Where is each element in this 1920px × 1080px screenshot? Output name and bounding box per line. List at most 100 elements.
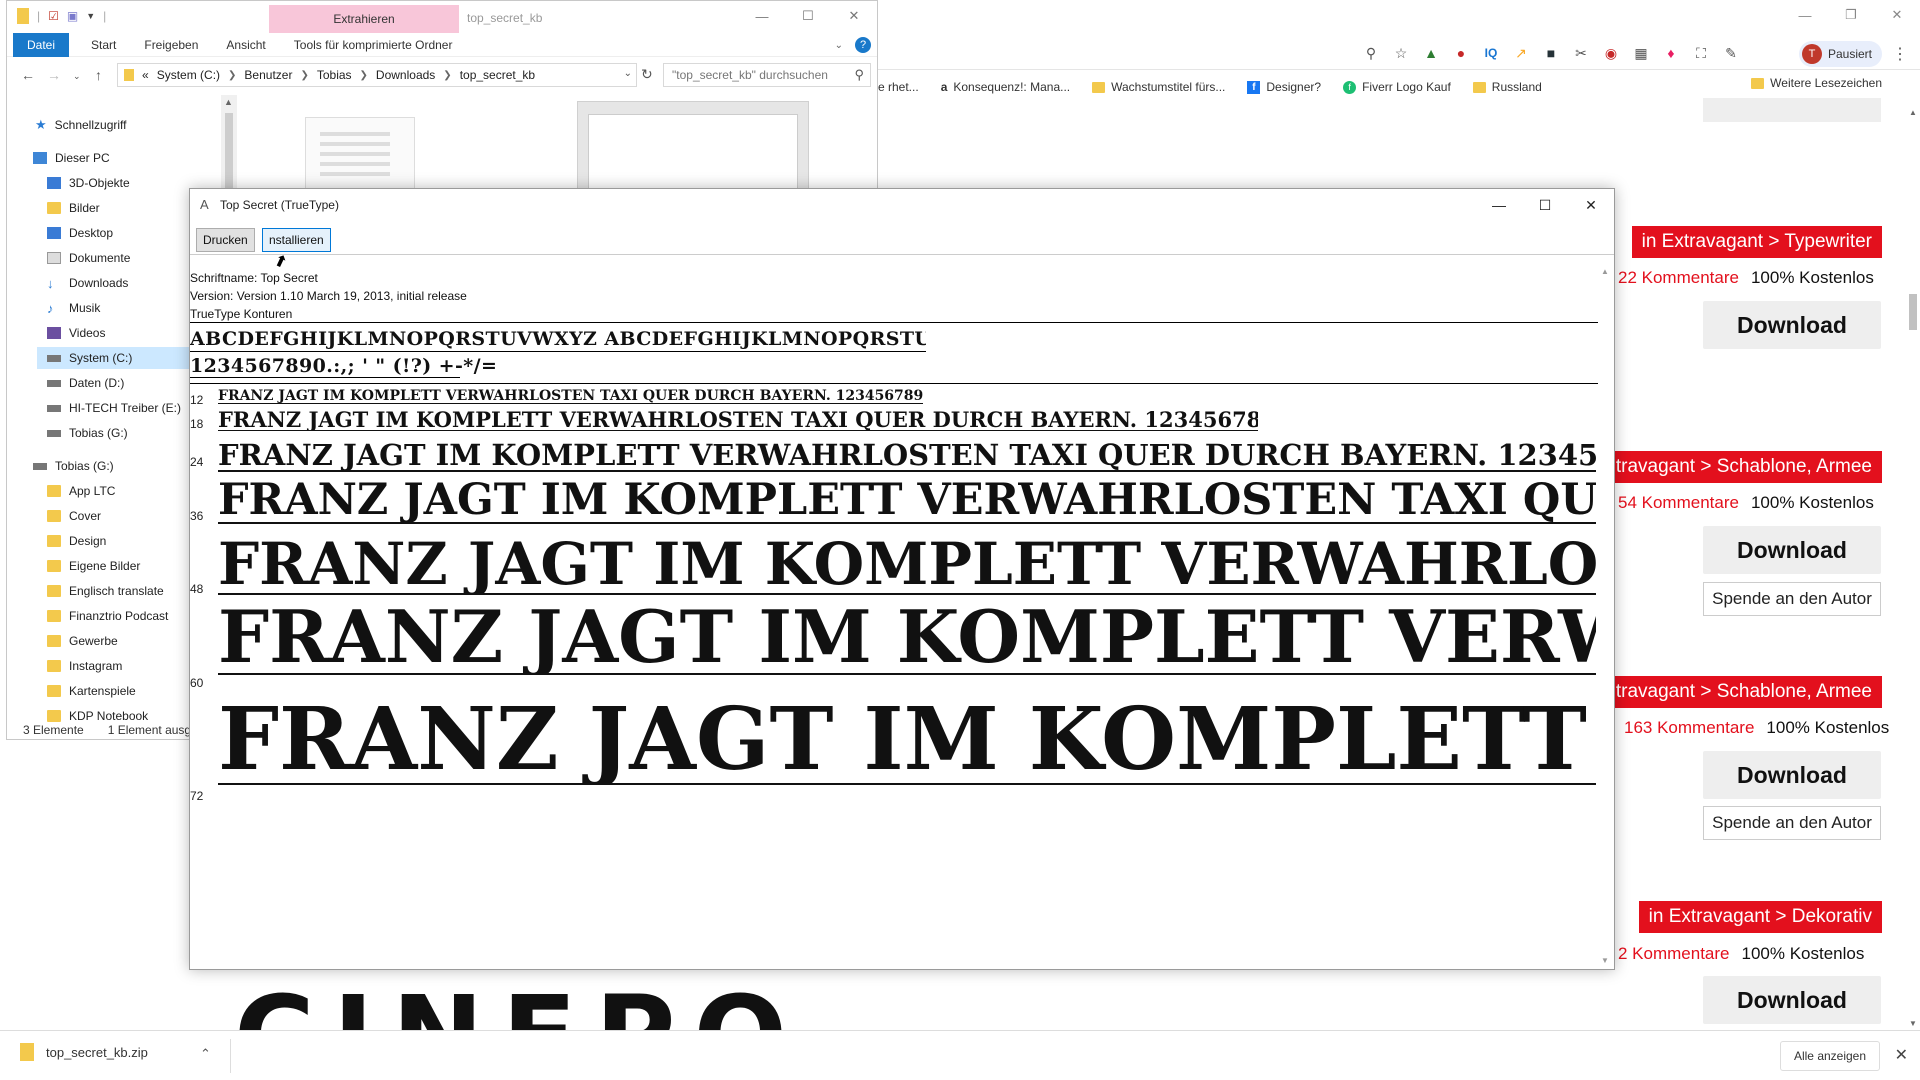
refresh-icon[interactable]: ↻ xyxy=(641,66,653,83)
crop-extension-icon[interactable]: ⛶ xyxy=(1690,42,1712,64)
pinterest-icon[interactable]: ● xyxy=(1450,42,1472,64)
bookmark-item[interactable]: f Designer? xyxy=(1247,80,1321,94)
forward-arrow-icon[interactable]: → xyxy=(47,67,61,83)
chevron-up-icon[interactable]: ⌃ xyxy=(200,1046,211,1062)
recent-locations-icon[interactable]: ⌄ xyxy=(73,71,81,82)
breadcrumb-item[interactable]: Tobias xyxy=(317,68,352,82)
scroll-down-icon[interactable]: ▼ xyxy=(1909,1019,1917,1028)
cart-extension-icon[interactable]: ♦ xyxy=(1660,42,1682,64)
scroll-down-icon[interactable]: ▼ xyxy=(1601,956,1609,965)
scrollbar-thumb[interactable] xyxy=(1909,294,1917,330)
chevron-down-icon[interactable]: ⌄ xyxy=(624,68,632,79)
nav-item-downloads[interactable]: ↓ Downloads xyxy=(47,272,128,294)
tab-compressed-tools[interactable]: Tools für komprimierte Ordner xyxy=(280,33,467,57)
nav-item-desktop[interactable]: Desktop xyxy=(47,222,113,244)
breadcrumb-item[interactable]: Downloads xyxy=(376,68,435,82)
donate-button[interactable]: Spende an den Autor xyxy=(1703,806,1881,840)
download-button[interactable]: Download xyxy=(1703,976,1881,1024)
trend-icon[interactable]: ↗ xyxy=(1510,42,1532,64)
bookmark-item[interactable]: Russland xyxy=(1472,80,1542,94)
search-input[interactable]: "top_secret_kb" durchsuchen ⚲ xyxy=(663,63,871,87)
breadcrumb-item[interactable]: top_secret_kb xyxy=(460,68,535,82)
comments-link[interactable]: 54 Kommentare xyxy=(1618,493,1739,512)
tab-freigeben[interactable]: Freigeben xyxy=(130,33,212,57)
new-folder-icon[interactable]: ▣ xyxy=(67,9,78,23)
download-button[interactable]: Download xyxy=(1703,526,1881,574)
iq-extension-icon[interactable]: IQ xyxy=(1480,42,1502,64)
properties-icon[interactable]: ☑ xyxy=(48,9,59,23)
category-banner[interactable]: travagant > Schablone, Armee xyxy=(1605,451,1882,483)
install-button[interactable]: nstallieren xyxy=(262,228,331,252)
scroll-up-icon[interactable]: ▲ xyxy=(1909,108,1917,117)
bookmark-star-icon[interactable]: ☆ xyxy=(1390,42,1412,64)
other-bookmarks[interactable]: Weitere Lesezeichen xyxy=(1751,76,1882,90)
extension-icon[interactable]: ▲ xyxy=(1420,42,1442,64)
comments-link[interactable]: 22 Kommentare xyxy=(1618,268,1739,287)
restore-icon[interactable]: ❐ xyxy=(1828,0,1874,30)
nav-item-this-pc[interactable]: Dieser PC xyxy=(33,147,110,169)
nav-item-folder[interactable]: Design xyxy=(47,530,106,552)
close-icon[interactable]: ✕ xyxy=(1895,1045,1908,1065)
up-arrow-icon[interactable]: ↑ xyxy=(95,67,102,83)
close-icon[interactable]: ✕ xyxy=(1568,189,1614,221)
category-banner[interactable]: in Extravagant > Dekorativ xyxy=(1638,901,1882,933)
maximize-icon[interactable]: ☐ xyxy=(785,1,831,31)
nav-item-folder[interactable]: Instagram xyxy=(47,655,122,677)
download-item[interactable]: top_secret_kb.zip xyxy=(20,1043,148,1061)
nav-item-data-d[interactable]: Daten (D:) xyxy=(47,372,124,394)
kebab-menu-icon[interactable]: ⋮ xyxy=(1892,44,1908,64)
breadcrumb-item[interactable]: Benutzer xyxy=(244,68,292,82)
nav-item-tobias-g[interactable]: Tobias (G:) xyxy=(47,422,128,444)
nav-item-folder[interactable]: Eigene Bilder xyxy=(47,555,140,577)
bookmark-item[interactable]: e rhet... xyxy=(878,80,919,94)
bookmark-item[interactable]: Wachstumstitel fürs... xyxy=(1092,80,1225,94)
file-item[interactable] xyxy=(577,101,809,192)
nav-item-folder[interactable]: Finanztrio Podcast xyxy=(47,605,168,627)
minimize-icon[interactable]: — xyxy=(739,1,785,31)
nav-item-folder[interactable]: Cover xyxy=(47,505,101,527)
donate-button[interactable]: Spende an den Autor xyxy=(1703,582,1881,616)
nav-item-folder[interactable]: App LTC xyxy=(47,480,115,502)
page-scrollbar[interactable]: ▲ ▼ xyxy=(1906,108,1920,1028)
shield-extension-icon[interactable]: ■ xyxy=(1540,42,1562,64)
tab-datei[interactable]: Datei xyxy=(13,32,70,57)
nav-item-documents[interactable]: Dokumente xyxy=(47,247,130,269)
bookmark-item[interactable]: f Fiverr Logo Kauf xyxy=(1343,80,1451,94)
maximize-icon[interactable]: ☐ xyxy=(1522,189,1568,221)
category-banner[interactable]: in Extravagant > Typewriter xyxy=(1631,226,1882,258)
extract-context-tab[interactable]: Extrahieren xyxy=(269,5,459,33)
nav-item-videos[interactable]: Videos xyxy=(47,322,105,344)
nav-item-folder[interactable]: Kartenspiele xyxy=(47,680,136,702)
address-bar[interactable]: « System (C:) ❯ Benutzer ❯ Tobias ❯ Down… xyxy=(117,63,637,87)
help-icon[interactable]: ? xyxy=(855,37,871,53)
download-button[interactable]: Download xyxy=(1703,301,1881,349)
close-icon[interactable]: ✕ xyxy=(1874,0,1920,30)
file-item[interactable] xyxy=(305,117,415,191)
nav-item-folder[interactable]: Englisch translate xyxy=(47,580,164,602)
minimize-icon[interactable]: — xyxy=(1782,0,1828,30)
breadcrumb-prefix[interactable]: « xyxy=(142,68,149,82)
chevron-down-icon[interactable]: ⌄ xyxy=(835,40,843,51)
category-banner[interactable]: travagant > Schablone, Armee xyxy=(1605,676,1882,708)
nav-item-hitech-e[interactable]: HI-TECH Treiber (E:) xyxy=(47,397,181,419)
tools-extension-icon[interactable]: ✂ xyxy=(1570,42,1592,64)
bookmark-item[interactable]: a Konsequenz!: Mana... xyxy=(941,80,1070,94)
grid-extension-icon[interactable]: ▦ xyxy=(1630,42,1652,64)
profile-button[interactable]: T Pausiert xyxy=(1798,41,1882,67)
show-all-downloads-button[interactable]: Alle anzeigen xyxy=(1780,1041,1880,1071)
font-viewer-scrollbar[interactable]: ▲ ▼ xyxy=(1600,267,1612,965)
tab-ansicht[interactable]: Ansicht xyxy=(212,33,279,57)
scroll-up-icon[interactable]: ▲ xyxy=(224,97,233,107)
nav-item-music[interactable]: ♪ Musik xyxy=(47,297,100,319)
close-icon[interactable]: ✕ xyxy=(831,1,877,31)
back-arrow-icon[interactable]: ← xyxy=(21,67,35,83)
breadcrumb-item[interactable]: System (C:) xyxy=(157,68,220,82)
scroll-up-icon[interactable]: ▲ xyxy=(1601,267,1609,276)
minimize-icon[interactable]: — xyxy=(1476,189,1522,221)
nav-item-quick-access[interactable]: ★ Schnellzugriff xyxy=(35,114,126,136)
nav-item-3d-objects[interactable]: 3D-Objekte xyxy=(47,172,130,194)
nav-item-tobias-g-root[interactable]: Tobias (G:) xyxy=(33,455,114,477)
zoom-icon[interactable]: ⚲ xyxy=(1360,42,1382,64)
comments-link[interactable]: 2 Kommentare xyxy=(1618,944,1730,963)
chevron-down-icon[interactable]: ▼ xyxy=(86,11,95,21)
